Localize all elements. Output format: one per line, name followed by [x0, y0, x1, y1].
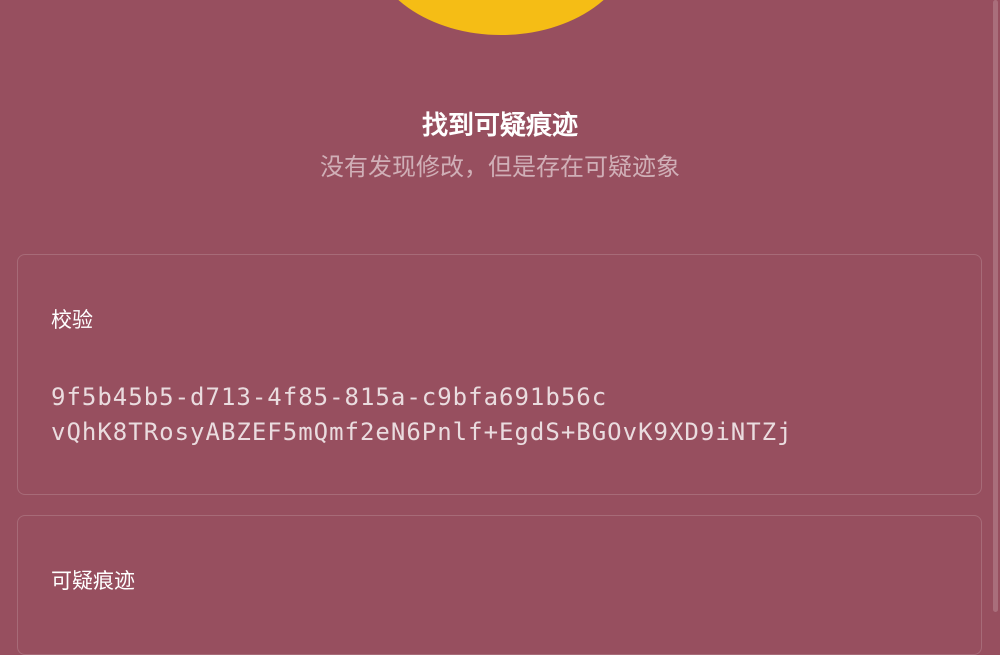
- scrollbar[interactable]: [993, 0, 998, 612]
- suspicious-traces-card[interactable]: 可疑痕迹: [17, 515, 982, 655]
- result-subtitle: 没有发现修改，但是存在可疑迹象: [320, 153, 680, 181]
- status-warning-icon: [370, 0, 632, 35]
- verify-code-line-1: 9f5b45b5-d713-4f85-815a-c9bfa691b56c: [51, 383, 608, 411]
- verify-code-line-2: vQhK8TRosyABZEF5mQmf2eN6Pnlf+EgdS+BGOvK9…: [51, 418, 793, 446]
- verify-card-label: 校验: [51, 308, 93, 332]
- result-title: 找到可疑痕迹: [421, 111, 578, 141]
- traces-card-label: 可疑痕迹: [51, 569, 135, 593]
- verify-card: 校验 9f5b45b5-d713-4f85-815a-c9bfa691b56c …: [17, 254, 982, 495]
